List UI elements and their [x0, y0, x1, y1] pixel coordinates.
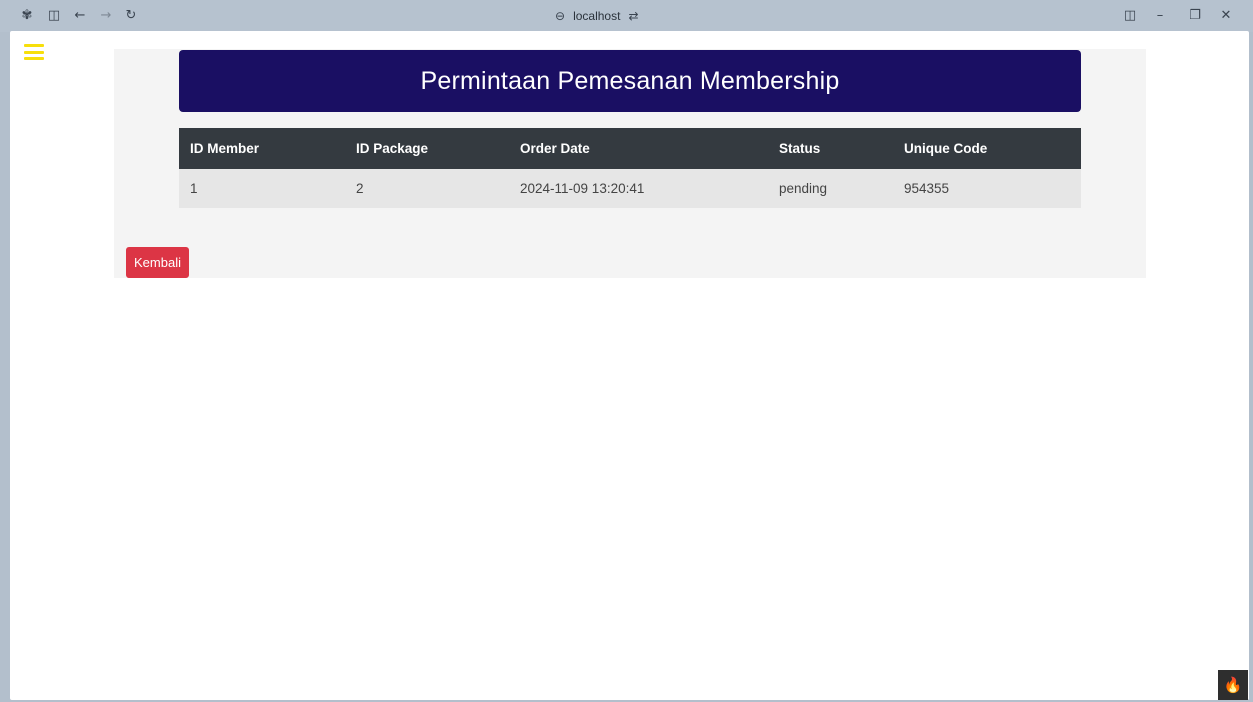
table-cell: 2 [345, 169, 509, 208]
table-cell: pending [768, 169, 893, 208]
column-header: Order Date [509, 128, 768, 169]
close-icon[interactable]: ✕ [1218, 8, 1234, 24]
link-icon: ⊖ [555, 9, 566, 23]
sidebar-icon[interactable]: ◫ [46, 8, 62, 24]
debug-toolbar-icon[interactable]: 🔥 [1218, 670, 1248, 700]
table-cell: 954355 [893, 169, 1081, 208]
column-header: Status [768, 128, 893, 169]
site-settings-icon[interactable]: ⇄ [628, 9, 638, 23]
page-header: Permintaan Pemesanan Membership [179, 50, 1081, 112]
orders-table: ID Member ID Package Order Date Status U… [179, 128, 1081, 208]
column-header: ID Member [179, 128, 345, 169]
back-icon[interactable]: ← [72, 8, 88, 24]
split-view-icon[interactable]: ◫ [1122, 8, 1138, 24]
table-row: 1 2 2024-11-09 13:20:41 pending 954355 [179, 169, 1081, 208]
page-title: Permintaan Pemesanan Membership [420, 66, 840, 95]
forward-icon[interactable]: → [98, 8, 114, 24]
table-cell: 2024-11-09 13:20:41 [509, 169, 768, 208]
minimize-icon[interactable]: – [1152, 8, 1168, 24]
reload-icon[interactable]: ↻ [123, 8, 139, 24]
address-bar[interactable]: ⊖ localhost ⇄ [555, 8, 639, 24]
back-button[interactable]: Kembali [126, 247, 189, 278]
table-cell: 1 [179, 169, 345, 208]
column-header: ID Package [345, 128, 509, 169]
browser-toolbar: ✾ ◫ ← → ↻ ⊖ localhost ⇄ ◫ – ❐ ✕ [0, 0, 1253, 32]
page-viewport: Permintaan Pemesanan Membership ID Membe… [10, 31, 1249, 700]
restore-icon[interactable]: ❐ [1187, 8, 1203, 24]
content-panel: Permintaan Pemesanan Membership ID Membe… [114, 49, 1146, 278]
table-header-row: ID Member ID Package Order Date Status U… [179, 128, 1081, 169]
column-header: Unique Code [893, 128, 1081, 169]
menu-icon[interactable] [24, 44, 44, 60]
address-text: localhost [573, 9, 621, 23]
workspaces-icon[interactable]: ✾ [19, 8, 35, 24]
